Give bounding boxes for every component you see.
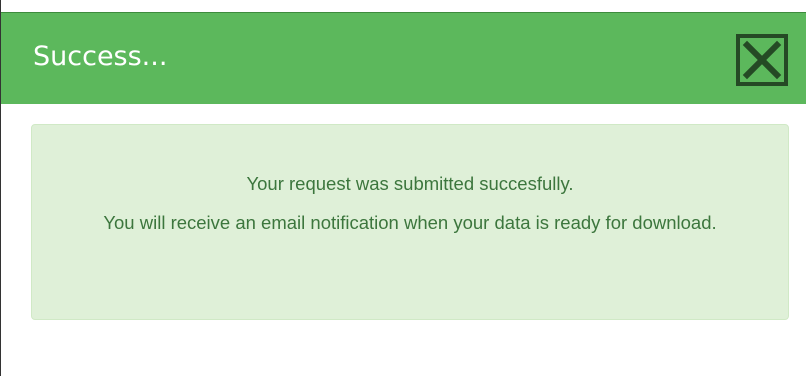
close-button[interactable] [736, 34, 788, 86]
message-line-1: Your request was submitted succesfully. [246, 173, 574, 194]
success-dialog: Success... Your request was submitted su… [0, 0, 806, 376]
success-alert: Your request was submitted succesfully. … [31, 124, 789, 320]
close-x-icon [742, 40, 782, 80]
dialog-title: Success... [33, 41, 168, 72]
dialog-header: Success... [1, 12, 806, 104]
message-line-2: You will receive an email notification w… [103, 212, 717, 233]
